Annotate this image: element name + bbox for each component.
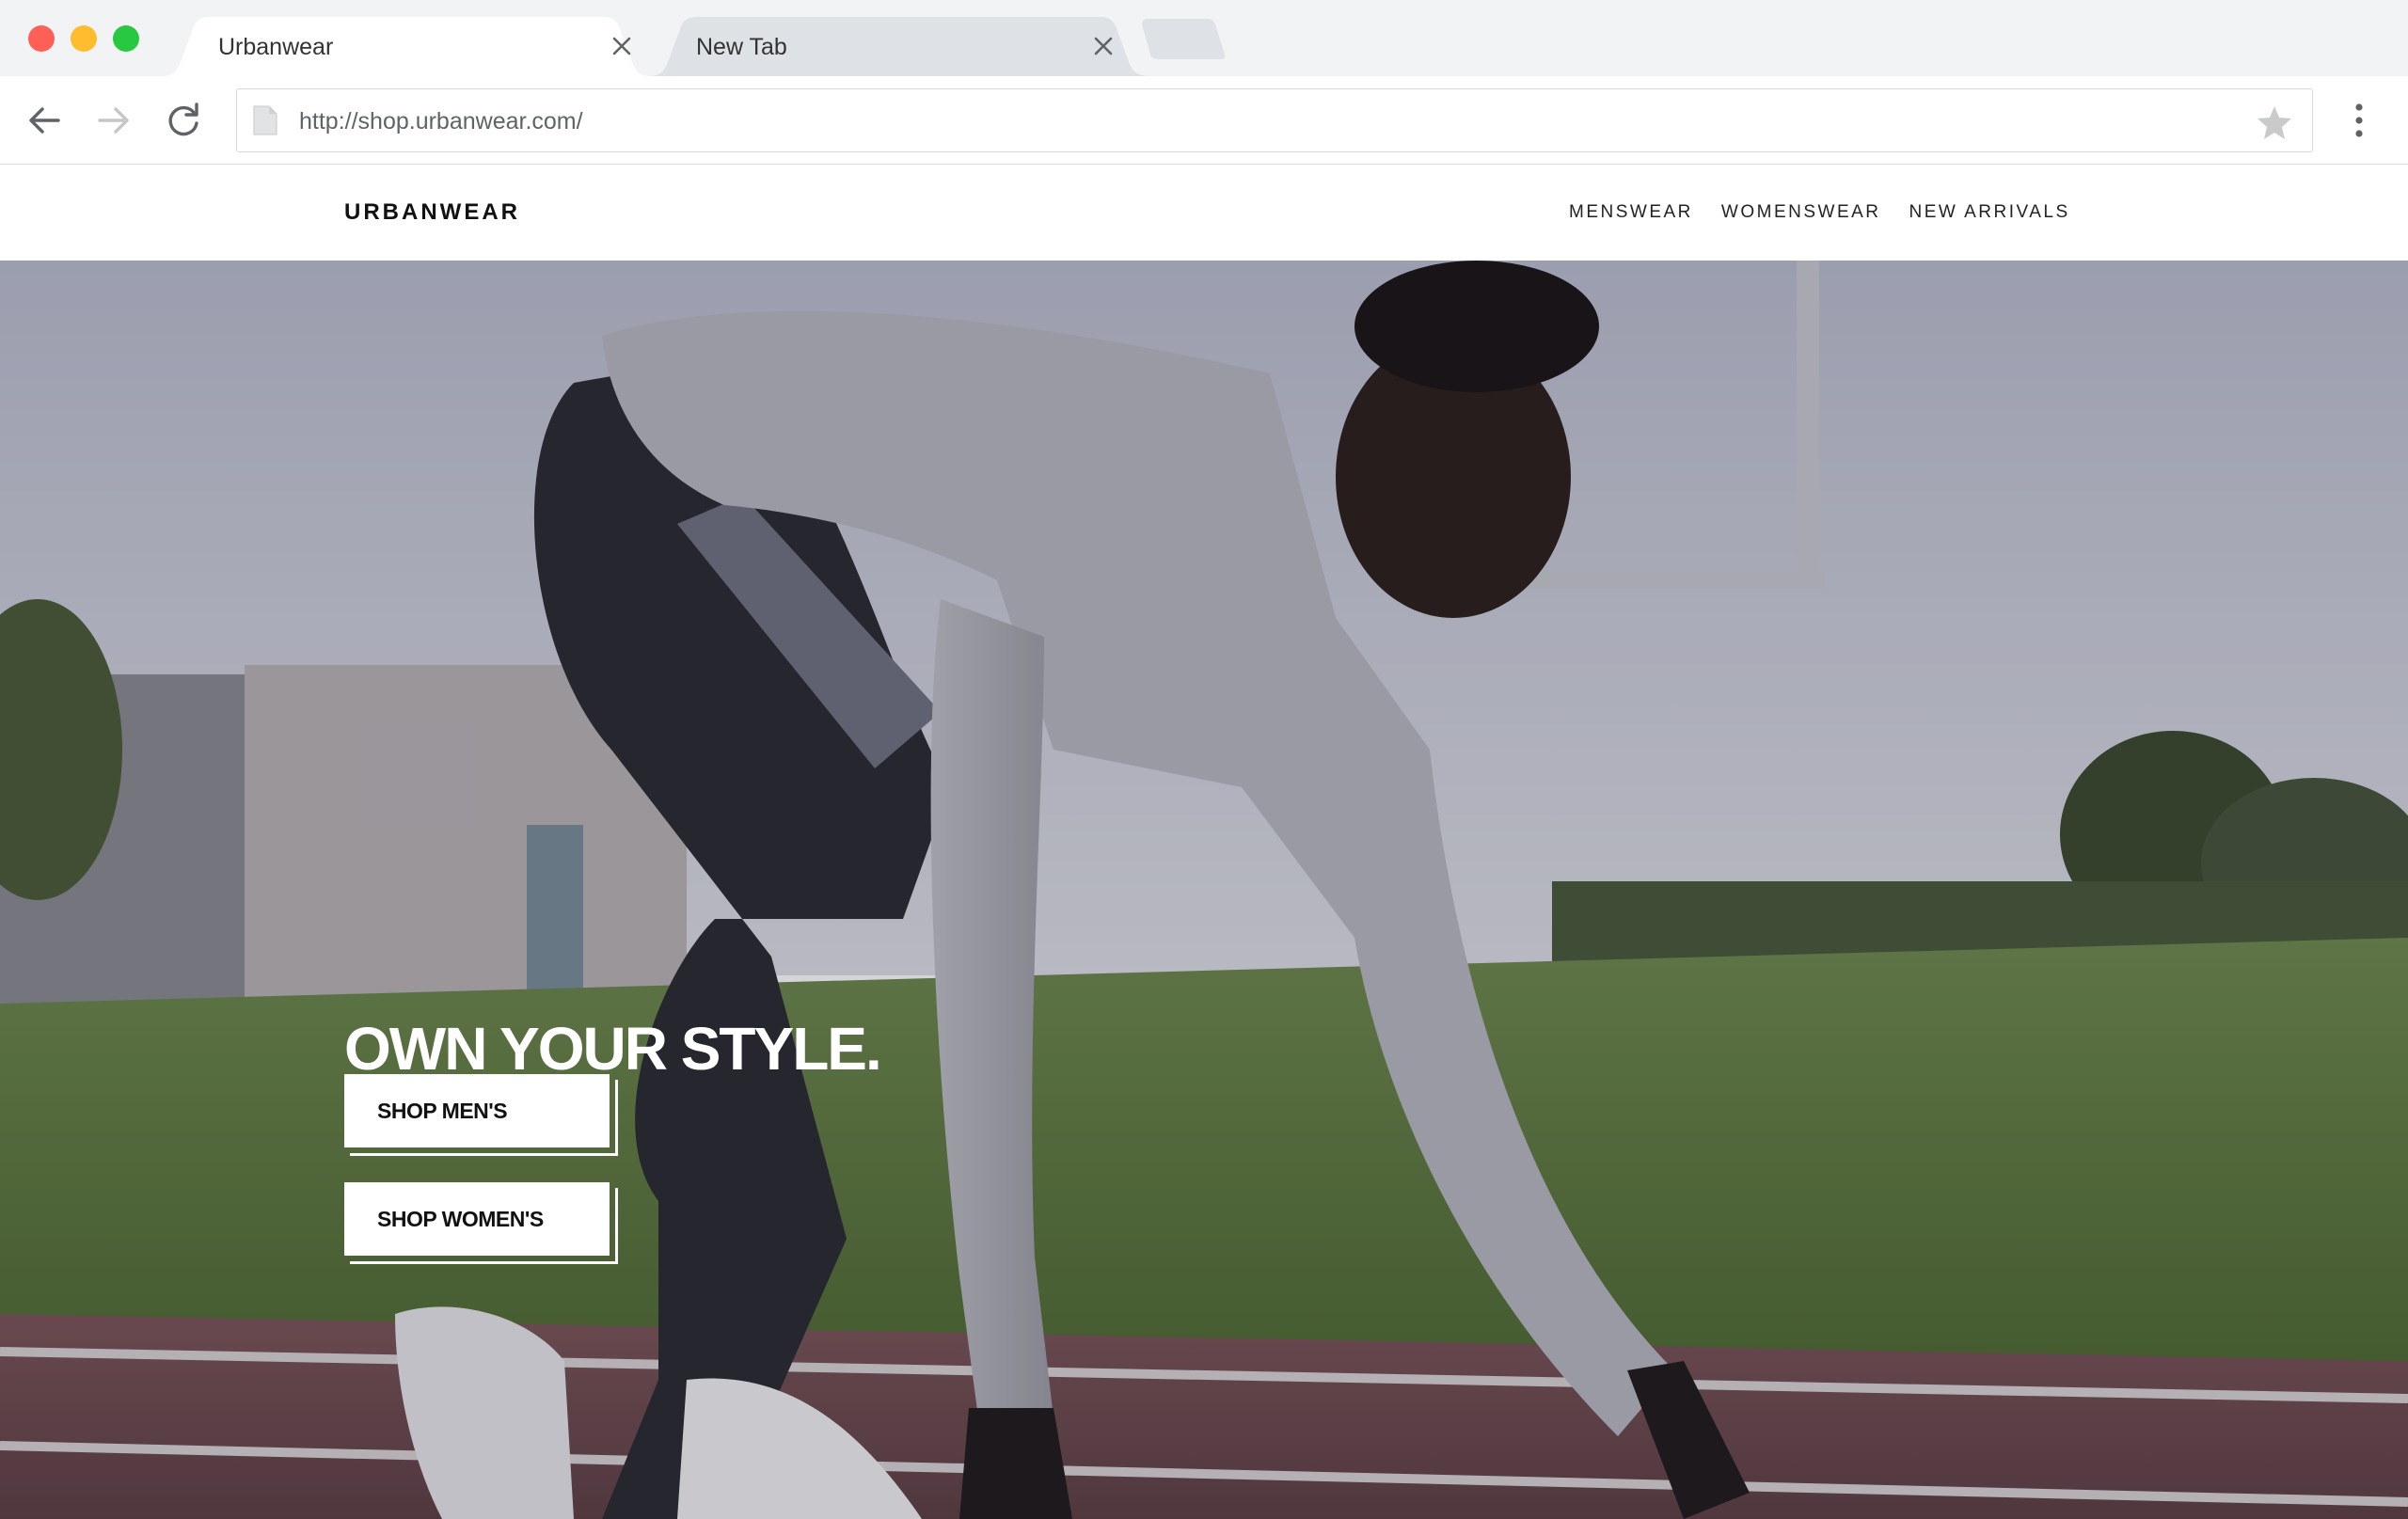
page-icon [253,105,277,135]
address-bar[interactable]: http://shop.urbanwear.com/ [236,88,2313,152]
hero-headline: OWN YOUR STYLE. [344,1014,882,1083]
close-icon[interactable] [610,34,634,58]
hero-section: OWN YOUR STYLE. SHOP MEN'S SHOP WOMEN'S [0,261,2408,1519]
shop-womens-button[interactable]: SHOP WOMEN'S [344,1182,618,1264]
maximize-window-button[interactable] [113,25,139,52]
url-text[interactable]: http://shop.urbanwear.com/ [299,108,583,135]
nav-link-menswear[interactable]: MENSWEAR [1569,202,1693,223]
browser-toolbar: http://shop.urbanwear.com/ [0,76,2408,165]
tab-new-tab[interactable]: New Tab [649,17,1152,76]
reload-icon[interactable] [162,99,205,142]
kebab-menu-icon[interactable] [2342,99,2376,142]
main-nav: MENSWEAR WOMENSWEAR NEW ARRIVALS [1569,202,2070,223]
tab-urbanwear[interactable]: Urbanwear [162,17,651,76]
tab-title: Urbanwear [218,34,334,60]
close-icon[interactable] [1091,34,1116,58]
brand-logo[interactable]: URBANWEAR [344,199,520,226]
arrow-left-icon[interactable] [23,99,66,142]
close-window-button[interactable] [28,25,55,52]
site-header: URBANWEAR MENSWEAR WOMENSWEAR NEW ARRIVA… [0,165,2408,261]
minimize-window-button[interactable] [71,25,97,52]
tab-title: New Tab [696,34,787,60]
star-icon[interactable] [2256,104,2293,140]
arrow-right-icon[interactable] [92,99,135,142]
hero-overlay [0,261,2408,1519]
nav-link-new-arrivals[interactable]: NEW ARRIVALS [1909,202,2070,223]
nav-link-womenswear[interactable]: WOMENSWEAR [1721,202,1881,223]
browser-tab-strip: Urbanwear New Tab [0,0,2408,76]
new-tab-button[interactable] [1138,17,1228,76]
shop-mens-button[interactable]: SHOP MEN'S [344,1074,618,1156]
